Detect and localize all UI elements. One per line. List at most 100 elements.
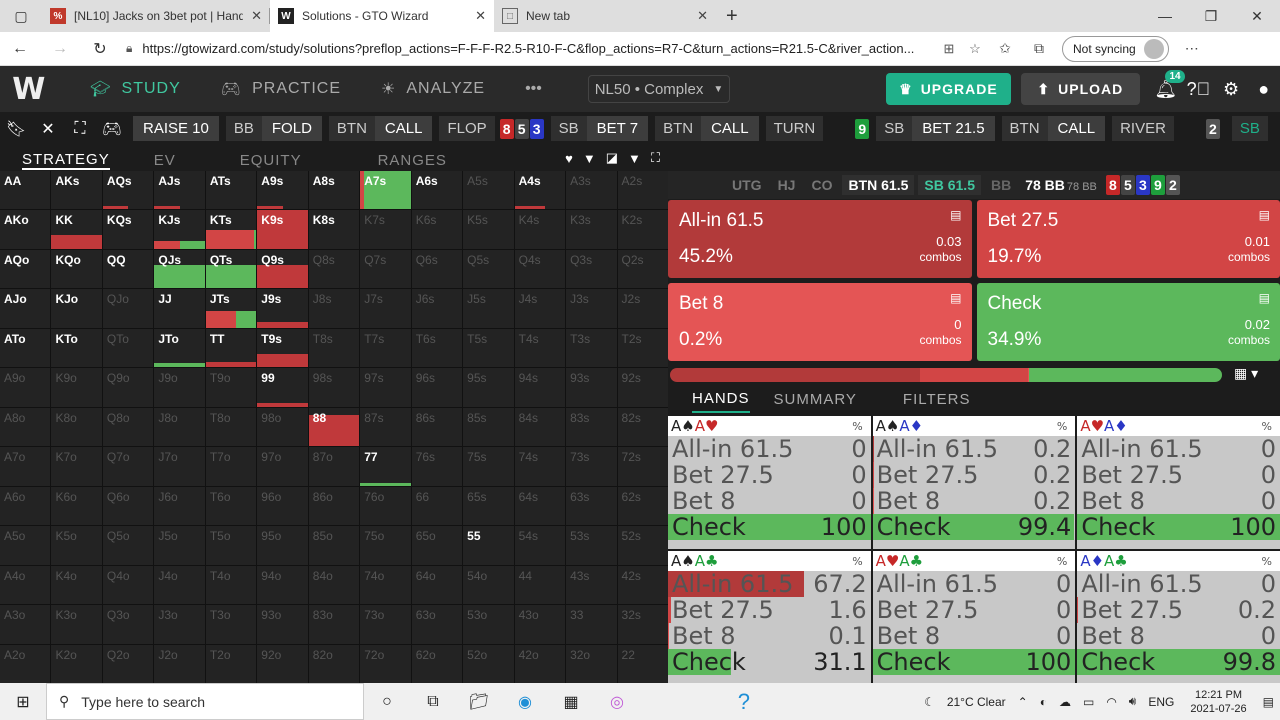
seat-hj[interactable]: HJ (772, 175, 802, 195)
chevron-down-icon[interactable]: ▼ (628, 151, 641, 166)
help-app-icon[interactable]: ? (640, 689, 750, 715)
hand-cell[interactable]: KQo (51, 249, 102, 289)
hand-cell[interactable]: 92o (257, 644, 308, 683)
hand-cell[interactable]: Q7s (360, 249, 411, 289)
hand-cell[interactable]: A2s (617, 171, 668, 210)
hand-cell[interactable]: 42s (617, 565, 668, 605)
action-chip[interactable]: BET 7 (586, 116, 649, 141)
tab-ev[interactable]: EV (154, 148, 176, 169)
hand-cell[interactable]: Q6o (102, 486, 154, 526)
hand-cell[interactable]: J3s (566, 289, 617, 328)
hand-cell[interactable]: 86s (411, 407, 463, 447)
screenshot-icon[interactable]: ⛶ (64, 120, 96, 138)
hand-cell[interactable]: 44 (514, 565, 566, 605)
lock-icon[interactable]: 🔒︎ (126, 41, 132, 56)
hand-cell[interactable]: K5s (463, 210, 514, 249)
hand-cell[interactable]: JJ (154, 289, 205, 328)
action-chip[interactable]: BET 21.5 (912, 116, 995, 141)
volume-icon[interactable]: 🔊︎ (1129, 694, 1137, 709)
nav-study[interactable]: 🎓︎ STUDY (90, 79, 181, 99)
hand-cell[interactable]: A3o (0, 605, 51, 644)
close-tab-icon[interactable]: ✕ (475, 8, 486, 24)
hand-cell[interactable]: 95o (257, 526, 308, 565)
hand-cell[interactable]: A7o (0, 447, 51, 486)
help-icon[interactable]: ?⃝ (1182, 79, 1215, 100)
hand-cell[interactable]: J7o (154, 447, 205, 486)
hand-cell[interactable]: T4s (514, 328, 566, 368)
street-position[interactable]: BTN (328, 116, 375, 141)
hand-cell[interactable]: T5o (205, 526, 257, 565)
menu-icon[interactable]: ▤ (1259, 208, 1270, 222)
hand-cell[interactable]: K9s (257, 210, 308, 249)
fullscreen-icon[interactable]: ⛶ (651, 150, 660, 166)
hand-cell[interactable]: J5s (463, 289, 514, 328)
hand-cell[interactable]: 76o (360, 486, 411, 526)
hand-cell[interactable]: 86o (308, 486, 360, 526)
seat-btn[interactable]: BTN 61.5 (842, 175, 915, 195)
hand-cell[interactable]: T9s (257, 328, 308, 368)
hand-cell[interactable]: 87s (360, 407, 411, 447)
hand-cell[interactable]: 65o (411, 526, 463, 565)
hand-cell[interactable]: 99 (257, 368, 308, 407)
hand-cell[interactable]: 92s (617, 368, 668, 407)
hand-cell[interactable]: 64s (514, 486, 566, 526)
hand-cell[interactable]: Q8s (308, 249, 360, 289)
hand-cell[interactable]: 97o (257, 447, 308, 486)
hand-cell[interactable]: 83o (308, 605, 360, 644)
hand-cell[interactable]: T9o (205, 368, 257, 407)
street-position[interactable]: BB (225, 116, 262, 141)
cloud-icon[interactable]: ☁ (1059, 695, 1071, 709)
nav-practice[interactable]: 🎮︎ PRACTICE (221, 79, 341, 99)
hand-cell[interactable]: A4o (0, 565, 51, 605)
hand-cell[interactable]: AKo (0, 210, 51, 249)
paint-icon[interactable]: ◎ (594, 692, 640, 712)
action-chip[interactable]: FOLD (261, 116, 322, 141)
hand-cell[interactable]: 63s (566, 486, 617, 526)
windows-start-icon[interactable]: ⊞ (0, 692, 46, 712)
seat-bb[interactable]: BB (985, 175, 1017, 195)
hand-cell[interactable]: KJo (51, 289, 102, 328)
hand-cell[interactable]: 83s (566, 407, 617, 447)
hand-combo-card[interactable]: A♠ A♥% All-in 61.5 0 Bet 27.5 0 Bet 8 0 Check 100 (668, 416, 871, 549)
hand-cell[interactable]: K2s (617, 210, 668, 249)
chevron-up-icon[interactable]: ⌃ (1018, 695, 1028, 709)
hand-cell[interactable]: KTs (205, 210, 257, 249)
hand-cell[interactable]: T3o (205, 605, 257, 644)
hand-cell[interactable]: 73o (360, 605, 411, 644)
hand-cell[interactable]: T2s (617, 328, 668, 368)
action-chip[interactable]: CALL (1047, 116, 1106, 141)
seat-sb[interactable]: SB 61.5 (918, 175, 981, 195)
user-icon[interactable]: ● (1247, 79, 1280, 100)
hand-cell[interactable]: 74o (360, 565, 411, 605)
hand-cell[interactable]: J5o (154, 526, 205, 565)
hand-cell[interactable]: T8o (205, 407, 257, 447)
hand-cell[interactable]: Q3o (102, 605, 154, 644)
close-window-icon[interactable]: ✕ (1234, 8, 1280, 25)
hand-cell[interactable]: 98s (308, 368, 360, 407)
hand-cell[interactable]: 62o (411, 644, 463, 683)
hand-cell[interactable]: J6o (154, 486, 205, 526)
cortana-icon[interactable]: ○ (364, 693, 410, 711)
hand-cell[interactable]: Q7o (102, 447, 154, 486)
new-tab-button[interactable]: + (726, 5, 738, 28)
upload-button[interactable]: ⬆ UPLOAD (1020, 73, 1140, 105)
clock[interactable]: 12:21 PM 2021-07-26 (1190, 688, 1246, 716)
menu-icon[interactable]: ▤ (950, 208, 961, 222)
hand-cell[interactable]: T5s (463, 328, 514, 368)
hand-cell[interactable]: J6s (411, 289, 463, 328)
hand-cell[interactable]: 64o (411, 565, 463, 605)
hand-cell[interactable]: 76s (411, 447, 463, 486)
hand-cell[interactable]: Q9s (257, 249, 308, 289)
weather-label[interactable]: 21°C Clear (947, 695, 1006, 709)
hand-cell[interactable]: A7s (360, 171, 411, 210)
browser-tab-1[interactable]: % [NL10] Jacks on 3bet pot | Hand ✕ (42, 0, 270, 32)
hand-cell[interactable]: J4s (514, 289, 566, 328)
hand-cell[interactable]: 82o (308, 644, 360, 683)
hand-cell[interactable]: K6s (411, 210, 463, 249)
seat-utg[interactable]: UTG (726, 175, 768, 195)
hand-cell[interactable]: K4o (51, 565, 102, 605)
hand-cell[interactable]: 96s (411, 368, 463, 407)
hand-cell[interactable]: J2o (154, 644, 205, 683)
hand-cell[interactable]: A9s (257, 171, 308, 210)
hand-cell[interactable]: J9o (154, 368, 205, 407)
